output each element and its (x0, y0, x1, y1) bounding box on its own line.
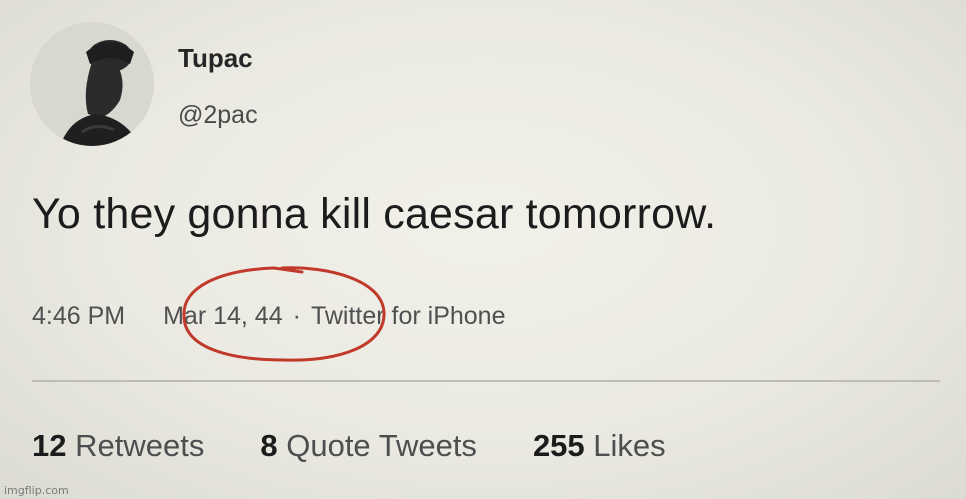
profile-photo-icon (30, 22, 154, 146)
retweets-label: Retweets (75, 428, 205, 463)
tweet-metadata: 4:46 PM Mar 14, 44 · Twitter for iPhone (32, 302, 505, 331)
tweet-text: Yo they gonna kill caesar tomorrow. (32, 190, 717, 238)
avatar[interactable] (30, 22, 154, 146)
likes-stat[interactable]: 255 Likes (533, 428, 666, 464)
retweets-stat[interactable]: 12 Retweets (32, 428, 204, 464)
quote-tweets-count: 8 (260, 428, 278, 463)
tweet-stats: 12 Retweets 8 Quote Tweets 255 Likes (32, 428, 666, 464)
likes-count: 255 (532, 428, 585, 463)
likes-label: Likes (593, 428, 666, 463)
quote-tweets-stat[interactable]: 8 Quote Tweets (260, 428, 477, 464)
tweet-date[interactable]: Mar 14, 44 (163, 302, 283, 331)
watermark: imgflip.com (4, 484, 69, 497)
quote-tweets-label: Quote Tweets (286, 428, 477, 463)
tweet-time[interactable]: 4:46 PM (32, 302, 125, 331)
retweets-count: 12 (32, 428, 67, 463)
meta-separator: · (292, 302, 301, 330)
tweet-source[interactable]: Twitter for iPhone (311, 302, 506, 331)
user-handle[interactable]: @2pac (178, 101, 258, 130)
display-name[interactable]: Tupac (178, 43, 253, 74)
divider (32, 380, 940, 382)
